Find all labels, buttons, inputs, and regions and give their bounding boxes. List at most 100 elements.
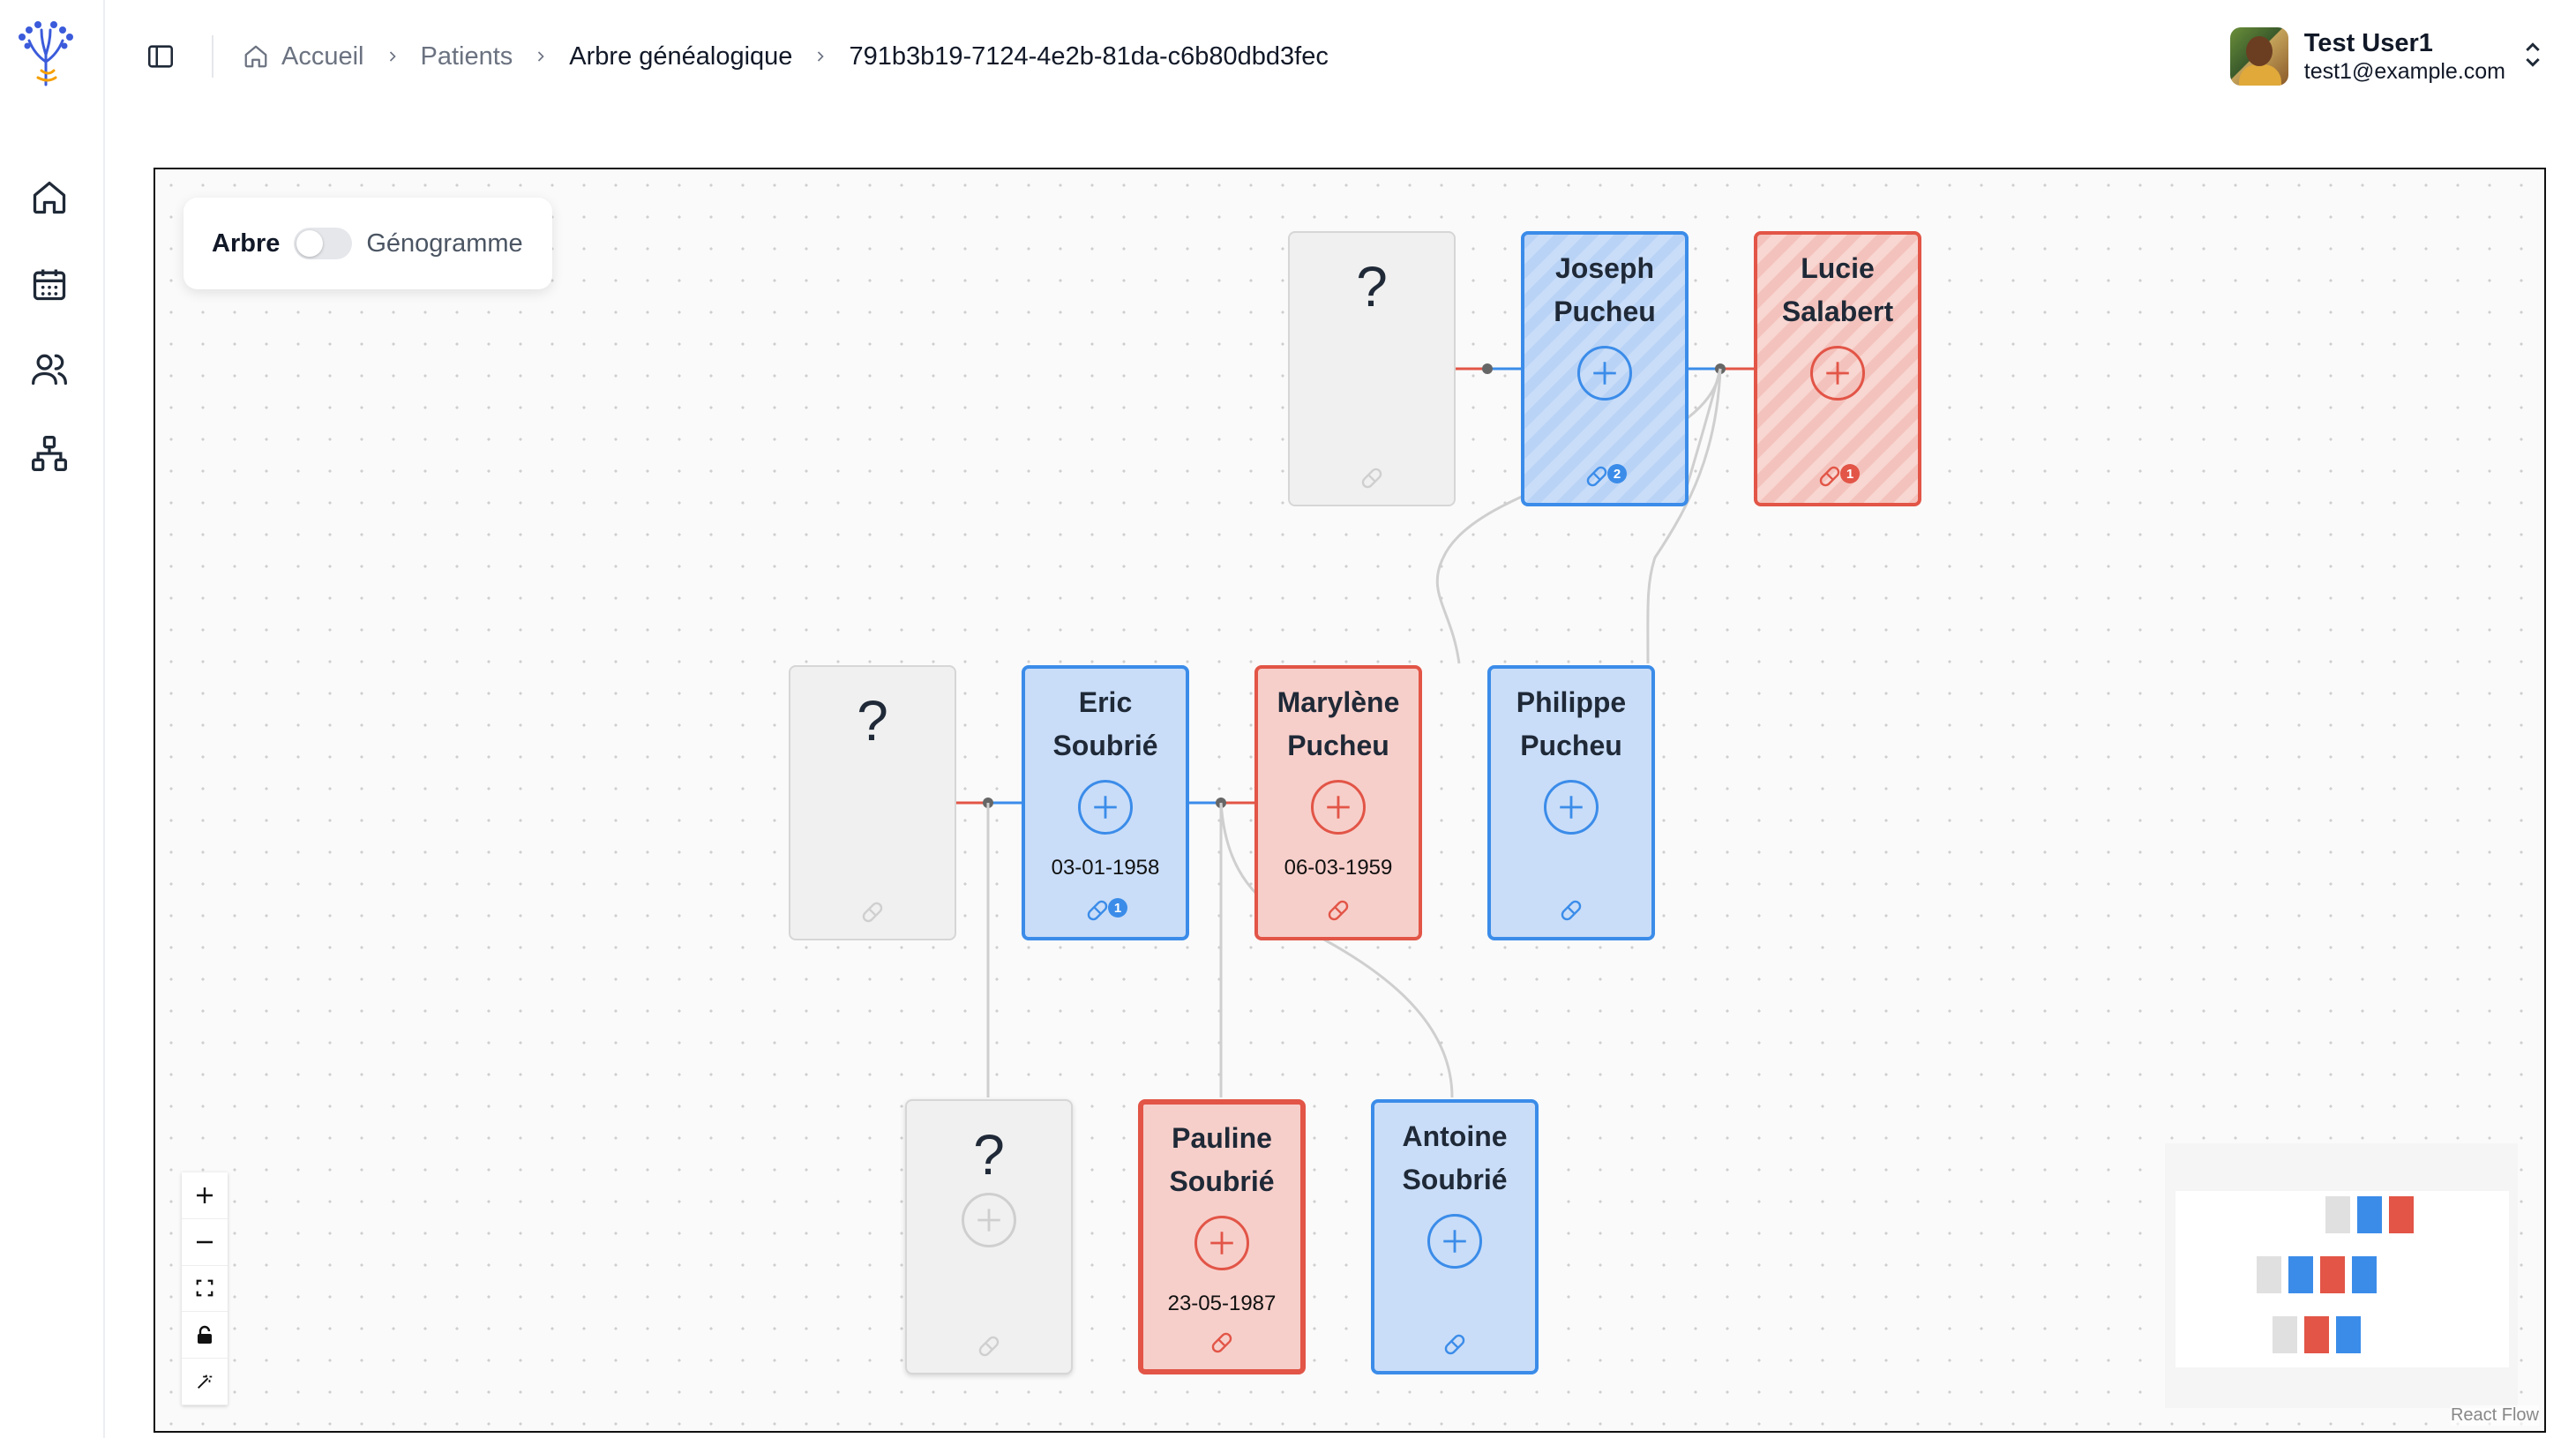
unknown-label: ?: [1356, 255, 1388, 318]
minimap-node: [2273, 1316, 2297, 1353]
treatments-indicator[interactable]: 1: [1816, 462, 1860, 491]
breadcrumb-patients[interactable]: Patients: [421, 42, 513, 71]
person-card-lucie-salabert[interactable]: Lucie Salabert 1: [1754, 231, 1921, 506]
plus-icon: [1560, 796, 1583, 819]
person-card-unknown[interactable]: ?: [1288, 231, 1456, 506]
pill-icon: [1819, 466, 1840, 487]
pill-icon[interactable]: [975, 1332, 1003, 1360]
add-relative-button[interactable]: [1577, 346, 1632, 401]
plus-icon: [977, 1209, 1000, 1232]
person-name: Antoine Soubrié: [1402, 1120, 1508, 1195]
sidebar: [0, 0, 105, 1438]
chevron-right-icon: [384, 48, 401, 65]
chevron-right-icon: [812, 48, 829, 65]
add-relative-button[interactable]: [1194, 1216, 1249, 1270]
pill-icon[interactable]: [1358, 464, 1386, 492]
add-relative-button[interactable]: [1427, 1214, 1482, 1269]
pill-icon[interactable]: [858, 898, 887, 926]
pill-icon[interactable]: [1208, 1329, 1236, 1357]
chevrons-up-down-icon: [2523, 41, 2542, 72]
zoom-controls: [182, 1172, 228, 1405]
minimap-node: [2320, 1256, 2345, 1293]
person-card-antoine-soubrie[interactable]: Antoine Soubrié: [1371, 1099, 1539, 1374]
birth-date: 03-01-1958: [1051, 856, 1160, 880]
treatments-badge: 1: [1108, 898, 1127, 917]
treatments-indicator[interactable]: 1: [1083, 896, 1127, 925]
plus-icon: [1593, 362, 1616, 385]
birth-date: 23-05-1987: [1167, 1292, 1277, 1315]
breadcrumb-home[interactable]: Accueil: [281, 42, 364, 71]
person-name: Joseph Pucheu: [1554, 252, 1656, 327]
nav-calendar[interactable]: [25, 259, 74, 309]
unknown-label: ?: [973, 1123, 1005, 1187]
auto-layout-button[interactable]: [182, 1359, 228, 1405]
treatments-indicator[interactable]: 2: [1583, 462, 1627, 491]
person-card-joseph-pucheu[interactable]: Joseph Pucheu 2: [1521, 231, 1689, 506]
plus-icon: [197, 1187, 213, 1203]
magic-wand-icon: [198, 1374, 213, 1389]
lock-button[interactable]: [182, 1312, 228, 1359]
minimap-node: [2389, 1196, 2414, 1233]
person-card-unknown[interactable]: ?: [789, 665, 956, 940]
avatar: [2229, 27, 2288, 86]
minimap[interactable]: [2165, 1143, 2518, 1408]
user-name: Test User1: [2303, 29, 2433, 57]
nav-patients[interactable]: [25, 344, 74, 393]
person-name: Marylène Pucheu: [1277, 686, 1400, 761]
pill-icon[interactable]: [1441, 1330, 1469, 1359]
pill-icon[interactable]: [1324, 896, 1352, 925]
person-name: Eric Soubrié: [1052, 686, 1158, 761]
plus-icon: [1826, 362, 1849, 385]
minimap-node: [2325, 1196, 2350, 1233]
person-card-marylene-pucheu[interactable]: Marylène Pucheu 06-03-1959: [1254, 665, 1422, 940]
minimap-node: [2352, 1256, 2377, 1293]
person-card-philippe-pucheu[interactable]: Philippe Pucheu: [1487, 665, 1655, 940]
add-relative-button[interactable]: [1311, 780, 1366, 835]
person-card-eric-soubrie[interactable]: Eric Soubrié 03-01-1958 1: [1022, 665, 1189, 940]
nav-home[interactable]: [25, 173, 74, 222]
users-icon: [32, 354, 67, 386]
minimap-node: [2304, 1316, 2329, 1353]
flow-canvas[interactable]: Arbre Génogramme ? Joseph Pucheu 2 Lucie…: [154, 168, 2546, 1433]
divider: [212, 35, 213, 78]
add-relative-button[interactable]: [1544, 780, 1599, 835]
network-icon: [32, 436, 67, 471]
nav-family-tree[interactable]: [25, 429, 74, 478]
plus-icon: [1327, 796, 1350, 819]
zoom-in-button[interactable]: [182, 1172, 228, 1219]
plus-icon: [1094, 796, 1117, 819]
treatments-badge: 2: [1607, 464, 1627, 483]
person-card-pauline-soubrie[interactable]: Pauline Soubrié 23-05-1987: [1138, 1099, 1306, 1374]
add-relative-button[interactable]: [1078, 780, 1133, 835]
home-small-icon: [243, 43, 269, 70]
chevron-right-icon: [532, 48, 550, 65]
person-name: Lucie Salabert: [1781, 252, 1894, 327]
top-bar: Accueil Patients Arbre généalogique 791b…: [106, 0, 2576, 113]
home-icon: [33, 181, 66, 214]
react-flow-attribution[interactable]: React Flow: [2450, 1405, 2539, 1426]
fit-view-button[interactable]: [182, 1266, 228, 1313]
breadcrumb: Accueil Patients Arbre généalogique 791b…: [243, 37, 1329, 76]
app-logo[interactable]: [15, 19, 77, 88]
minimap-node: [2288, 1256, 2313, 1293]
pill-icon: [1087, 900, 1108, 921]
user-email: test1@example.com: [2303, 59, 2505, 84]
unknown-label: ?: [857, 689, 888, 753]
add-relative-button[interactable]: [962, 1193, 1016, 1247]
sidebar-toggle-icon: [147, 45, 174, 68]
zoom-out-button[interactable]: [182, 1219, 228, 1266]
breadcrumb-current-id: 791b3b19-7124-4e2b-81da-c6b80dbd3fec: [849, 41, 1329, 71]
person-name: Pauline Soubrié: [1169, 1122, 1275, 1197]
person-card-unknown[interactable]: ?: [905, 1099, 1073, 1374]
add-relative-button[interactable]: [1810, 346, 1865, 401]
minimap-node: [2336, 1316, 2361, 1353]
plus-icon: [1443, 1230, 1466, 1253]
person-name: Philippe Pucheu: [1516, 686, 1627, 761]
pill-icon[interactable]: [1557, 896, 1585, 925]
pill-icon: [1586, 466, 1607, 487]
minus-icon: [197, 1240, 213, 1243]
toggle-sidebar-button[interactable]: [143, 39, 178, 74]
user-menu[interactable]: Test User1 test1@example.com: [2229, 25, 2542, 88]
breadcrumb-family-tree[interactable]: Arbre généalogique: [569, 42, 792, 71]
treatments-badge: 1: [1840, 464, 1860, 483]
